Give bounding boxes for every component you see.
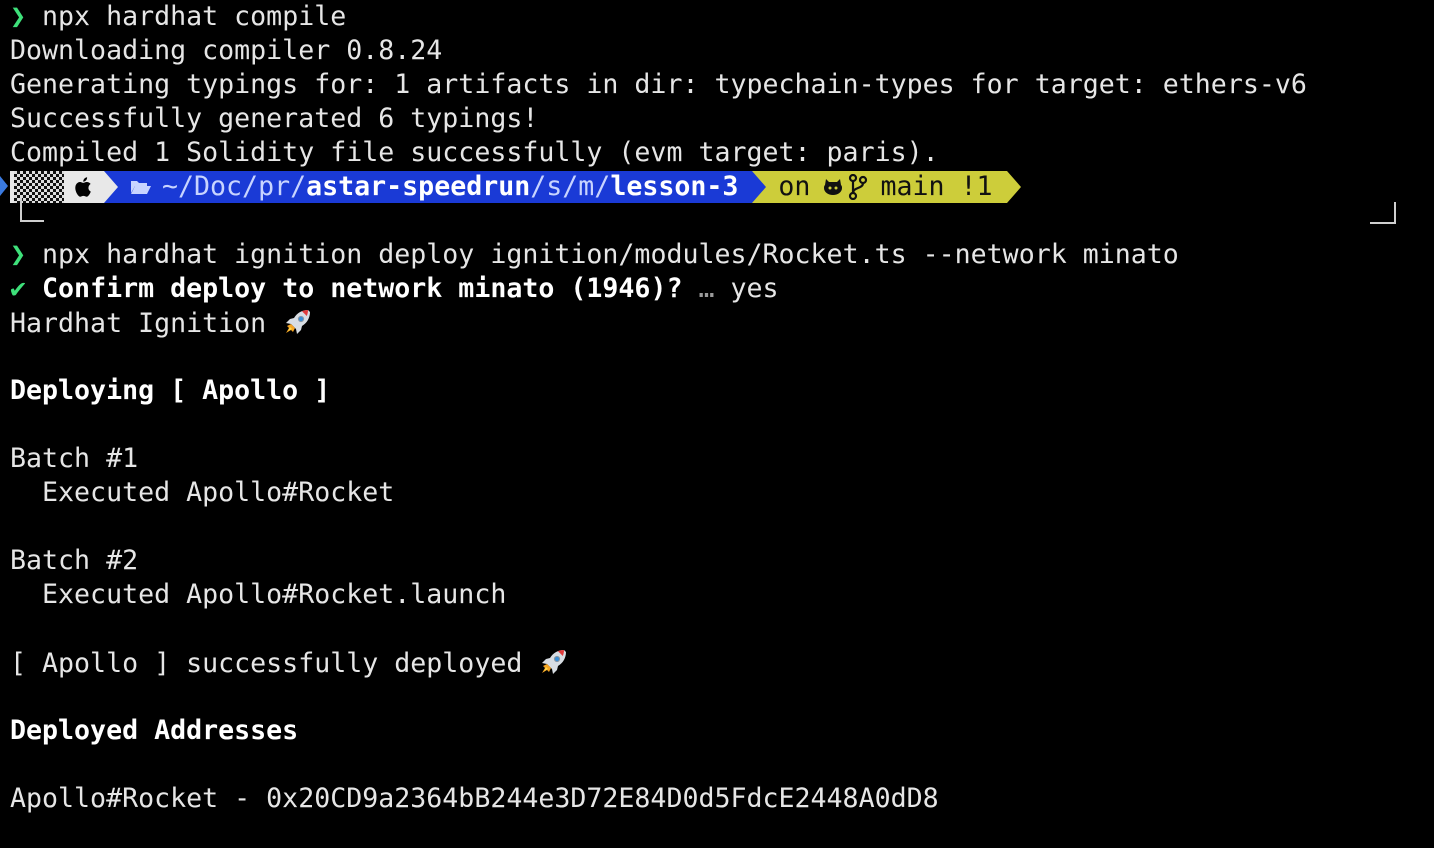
command-text: npx hardhat compile xyxy=(42,1,347,32)
command-line: ❯ npx hardhat compile xyxy=(10,0,1434,34)
prompt-separator xyxy=(1006,171,1021,203)
prompt-frame-corner-right xyxy=(1370,202,1396,224)
dir-prefix: ~/Doc/pr/ xyxy=(162,171,307,202)
confirm-answer: yes xyxy=(730,273,779,304)
output-line: Generating typings for: 1 artifacts in d… xyxy=(10,69,1307,100)
command-line: ❯ npx hardhat ignition deploy ignition/m… xyxy=(10,238,1434,272)
batch-label: Batch #1 xyxy=(10,443,139,474)
github-icon xyxy=(824,179,843,195)
batch-executed: Executed Apollo#Rocket xyxy=(10,477,395,508)
rocket-icon xyxy=(542,650,567,674)
deploying-heading: Deploying [ Apollo ] xyxy=(10,375,331,406)
rocket-icon xyxy=(286,310,311,334)
prompt-symbol: ❯ xyxy=(10,1,27,32)
batch-executed: Executed Apollo#Rocket.launch xyxy=(10,579,507,610)
confirm-ellipsis: … xyxy=(698,273,715,304)
git-branch-name: main xyxy=(880,171,945,202)
output-line: Downloading compiler 0.8.24 xyxy=(10,35,443,66)
prompt-frame-corner-left xyxy=(20,198,44,222)
command-text: npx hardhat ignition deploy ignition/mod… xyxy=(42,239,1179,270)
git-branch-icon xyxy=(849,174,868,200)
folder-open-icon xyxy=(131,181,151,194)
dir-middle: /s/m/ xyxy=(530,171,611,202)
dir-current: lesson-3 xyxy=(610,171,739,202)
git-status: !1 xyxy=(960,171,993,202)
dir-project: astar-speedrun xyxy=(306,171,531,202)
confirm-question: Confirm deploy to network minato (1946)? xyxy=(42,273,683,304)
prompt-separator xyxy=(104,171,118,203)
output-line: Compiled 1 Solidity file successfully (e… xyxy=(10,137,939,168)
prompt-left-marker xyxy=(0,176,8,196)
output-line: Successfully generated 6 typings! xyxy=(10,103,539,134)
success-text: [ Apollo ] successfully deployed xyxy=(10,648,523,679)
apple-icon xyxy=(75,177,91,197)
git-on-label: on xyxy=(778,171,811,202)
output-line: Hardhat Ignition xyxy=(10,306,1434,340)
prompt-git-segment: on main !1 xyxy=(766,171,1007,203)
prompt-separator xyxy=(752,171,767,203)
shell-prompt: ~/Doc/pr/astar-speedrun/s/m/lesson-3 on … xyxy=(0,170,1434,204)
success-line: [ Apollo ] successfully deployed xyxy=(10,646,1434,680)
address-line: Apollo#Rocket - 0x20CD9a2364bB244e3D72E8… xyxy=(10,783,939,814)
confirm-line: ✔ Confirm deploy to network minato (1946… xyxy=(10,272,1434,306)
terminal-output[interactable]: ❯ npx hardhat compile Downloading compil… xyxy=(0,0,1434,816)
prompt-symbol: ❯ xyxy=(10,239,27,270)
prompt-dir-segment: ~/Doc/pr/astar-speedrun/s/m/lesson-3 xyxy=(118,171,753,203)
deployed-addresses-heading: Deployed Addresses xyxy=(10,715,299,746)
check-icon: ✔ xyxy=(10,273,27,304)
ignition-title: Hardhat Ignition xyxy=(10,308,267,339)
batch-label: Batch #2 xyxy=(10,545,139,576)
